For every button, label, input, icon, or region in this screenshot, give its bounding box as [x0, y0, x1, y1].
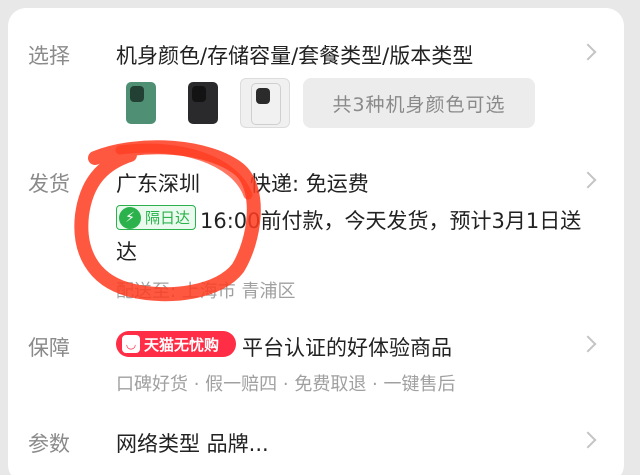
white-phone-icon [251, 83, 281, 125]
ship-destination[interactable]: 配送至: 上海市 青浦区 [116, 277, 296, 303]
delivery-info-line1: 16:00前付款，今天发货，预计3月1日送 [200, 209, 582, 233]
color-option-black[interactable] [178, 78, 228, 128]
green-phone-icon [126, 82, 156, 124]
lightning-icon: ⚡ [119, 206, 141, 229]
ship-origin: 广东深圳 [116, 172, 200, 196]
delivery-info-line2: 达 [116, 240, 137, 264]
params-label: 参数 [28, 432, 70, 456]
shipping-label: 发货 [28, 172, 70, 196]
params-title: 网络类型 品牌... [116, 432, 269, 456]
colors-summary-button[interactable]: 共3种机身颜色可选 [303, 78, 535, 128]
shield-icon: ◡ [122, 335, 140, 353]
select-label: 选择 [28, 44, 70, 68]
black-phone-icon [188, 82, 218, 124]
guarantee-label: 保障 [28, 336, 70, 360]
guarantee-title: 平台认证的好体验商品 [242, 336, 452, 360]
express-fee: 快递: 免运费 [250, 172, 369, 196]
spec-title: 机身颜色/存储容量/套餐类型/版本类型 [116, 44, 474, 68]
next-day-badge-text: 隔日达 [145, 209, 191, 227]
tmall-worry-free-badge: ◡ 天猫无忧购 [116, 331, 236, 357]
guarantee-items: 口碑好货 · 假一赔四 · 免费取退 · 一键售后 [116, 374, 456, 395]
color-option-white[interactable] [240, 78, 290, 128]
next-day-badge: ⚡ 隔日达 [116, 205, 196, 230]
tmall-badge-text: 天猫无忧购 [144, 335, 220, 354]
color-option-green[interactable] [116, 78, 166, 128]
